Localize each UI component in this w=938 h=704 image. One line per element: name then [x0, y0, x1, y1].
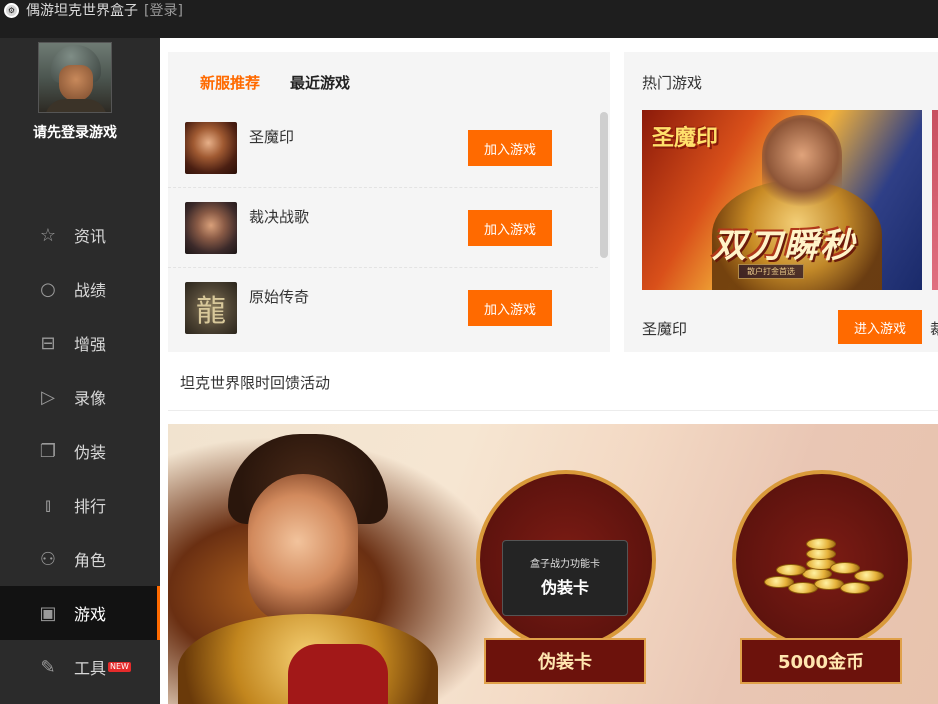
prize-label: 伪装卡 [484, 638, 646, 684]
banner-hero [762, 115, 842, 215]
event-banner[interactable]: 盒子战力功能卡 伪装卡 伪装卡 5000金币 [168, 424, 938, 704]
gamepad-icon: ▣ [39, 602, 57, 624]
next-game-name-partial: 裁 [930, 320, 938, 338]
game-list: 圣魔印 加入游戏 裁决战歌 加入游戏 龍 原始传奇 加入游戏 [168, 108, 598, 348]
sidebar-item-label: 录像 [74, 389, 107, 408]
avatar-face [59, 65, 93, 101]
banner-game-logo: 圣魔印 [652, 125, 719, 151]
game-thumbnail[interactable] [185, 201, 237, 254]
game-name: 圣魔印 [249, 128, 295, 146]
game-name: 裁决战歌 [249, 208, 310, 226]
sidebar-item-label: 角色 [74, 551, 107, 570]
prize-card-name: 伪装卡 [540, 578, 589, 597]
sidebar-item-camouflage[interactable]: ❐ 伪装 [0, 424, 160, 478]
prize-gold-coins[interactable]: 5000金币 [724, 462, 920, 704]
login-prompt[interactable]: 请先登录游戏 [0, 122, 150, 142]
game-name: 原始传奇 [249, 288, 310, 306]
sidebar-item-label: 游戏 [74, 605, 107, 624]
avatar-body [45, 99, 107, 112]
game-thumbnail[interactable]: 龍 [185, 282, 237, 334]
sidebar: 请先登录游戏 ☆ 资讯 ○ 战绩 ⊟ 增强 ▷ 录像 ❐ 伪装 ⫾ 排行 ⚇ 角… [0, 38, 160, 704]
avatar[interactable] [38, 42, 112, 113]
game-list-panel: 新服推荐 最近游戏 圣魔印 加入游戏 裁决战歌 加入游戏 龍 原始传奇 加入游戏 [168, 52, 610, 352]
sidebar-item-role[interactable]: ⚇ 角色 [0, 532, 160, 586]
sidebar-item-label: 战绩 [74, 281, 107, 300]
sidebar-item-label: 资讯 [74, 227, 107, 246]
main-content: 新服推荐 最近游戏 圣魔印 加入游戏 裁决战歌 加入游戏 龍 原始传奇 加入游戏 [160, 38, 938, 704]
banner-subtitle: 散户打金首选 [738, 264, 804, 279]
prize-card-title: 盒子战力功能卡 [530, 559, 600, 570]
gold-coins-icon [754, 536, 890, 606]
hot-games-panel: 热门游戏 圣魔印 双刀瞬秒 散户打金首选 圣魔印 进入游戏 裁 [624, 52, 938, 352]
divider [168, 410, 938, 411]
prize-label: 5000金币 [740, 638, 902, 684]
join-game-button[interactable]: 加入游戏 [468, 130, 552, 166]
briefcase-icon: ⊟ [40, 332, 56, 354]
hot-games-title: 热门游戏 [642, 74, 703, 92]
app-logo-icon: ⚙ [4, 3, 19, 18]
new-badge: NEW [108, 662, 131, 672]
user-icon: ⚇ [39, 548, 57, 570]
sidebar-item-news[interactable]: ☆ 资讯 [0, 208, 160, 262]
list-item: 裁决战歌 加入游戏 [168, 188, 598, 268]
play-icon: ▷ [41, 386, 55, 408]
layers-icon: ❐ [39, 440, 57, 462]
sidebar-item-enhance[interactable]: ⊟ 增强 [0, 316, 160, 370]
sidebar-item-record[interactable]: ○ 战绩 [0, 262, 160, 316]
list-item: 龍 原始传奇 加入游戏 [168, 268, 598, 348]
list-item: 圣魔印 加入游戏 [168, 108, 598, 188]
next-banner-partial[interactable] [932, 110, 938, 290]
tab-new-servers[interactable]: 新服推荐 [200, 72, 260, 93]
search-icon: ○ [40, 278, 56, 300]
sidebar-item-label: 伪装 [74, 443, 107, 462]
join-game-button[interactable]: 加入游戏 [468, 290, 552, 326]
login-link[interactable]: [登录] [144, 2, 183, 20]
scrollbar[interactable] [600, 112, 608, 344]
sidebar-item-label: 工具 [74, 659, 107, 678]
event-title: 坦克世界限时回馈活动 [180, 374, 331, 392]
sidebar-item-label: 排行 [74, 497, 107, 516]
sidebar-item-games[interactable]: ▣ 游戏 [0, 586, 160, 640]
hero-cape [288, 644, 388, 704]
join-game-button[interactable]: 加入游戏 [468, 210, 552, 246]
app-title: 偶游坦克世界盒子 [26, 3, 138, 19]
game-tabs: 新服推荐 最近游戏 [200, 72, 350, 93]
sidebar-item-replay[interactable]: ▷ 录像 [0, 370, 160, 424]
title-bar: ⚙ 偶游坦克世界盒子 [登录] [0, 0, 938, 38]
tab-recent-games[interactable]: 最近游戏 [290, 72, 350, 93]
scrollbar-thumb[interactable] [600, 112, 608, 258]
game-thumbnail[interactable] [185, 121, 237, 174]
wrench-icon: ✎ [40, 656, 56, 678]
sidebar-item-tools[interactable]: ✎ 工具 NEW [0, 640, 160, 694]
prize-camouflage-card[interactable]: 盒子战力功能卡 伪装卡 伪装卡 [468, 462, 664, 704]
sidebar-item-label: 增强 [74, 335, 107, 354]
prize-card: 盒子战力功能卡 伪装卡 [502, 540, 628, 616]
enter-game-button[interactable]: 进入游戏 [838, 310, 922, 344]
hot-game-name: 圣魔印 [642, 320, 688, 338]
star-icon: ☆ [39, 224, 57, 246]
banner-slogan: 双刀瞬秒 [712, 226, 856, 266]
bar-chart-icon: ⫾ [45, 494, 51, 516]
sidebar-nav: ☆ 资讯 ○ 战绩 ⊟ 增强 ▷ 录像 ❐ 伪装 ⫾ 排行 ⚇ 角色 ▣ 游戏 [0, 208, 160, 694]
hot-game-banner[interactable]: 圣魔印 双刀瞬秒 散户打金首选 [642, 110, 922, 290]
sidebar-item-ranking[interactable]: ⫾ 排行 [0, 478, 160, 532]
hero-face [248, 474, 358, 624]
